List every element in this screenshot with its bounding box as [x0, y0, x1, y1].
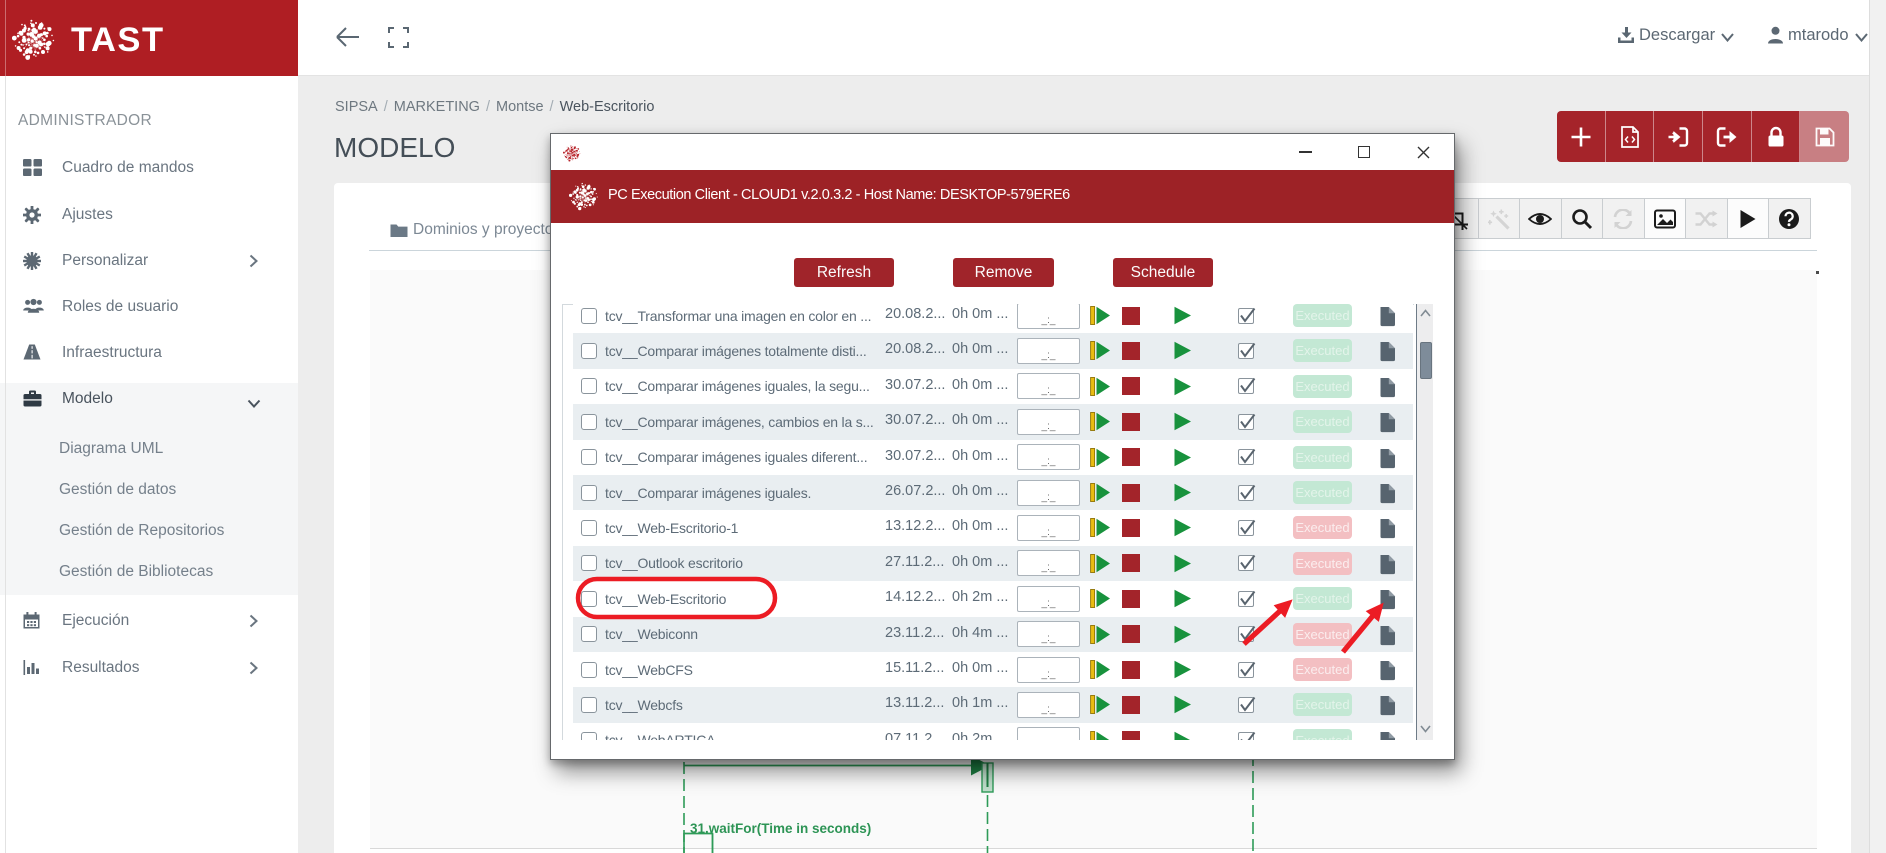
svg-text:31.waitFor(Time in seconds): 31.waitFor(Time in seconds) — [690, 821, 871, 836]
